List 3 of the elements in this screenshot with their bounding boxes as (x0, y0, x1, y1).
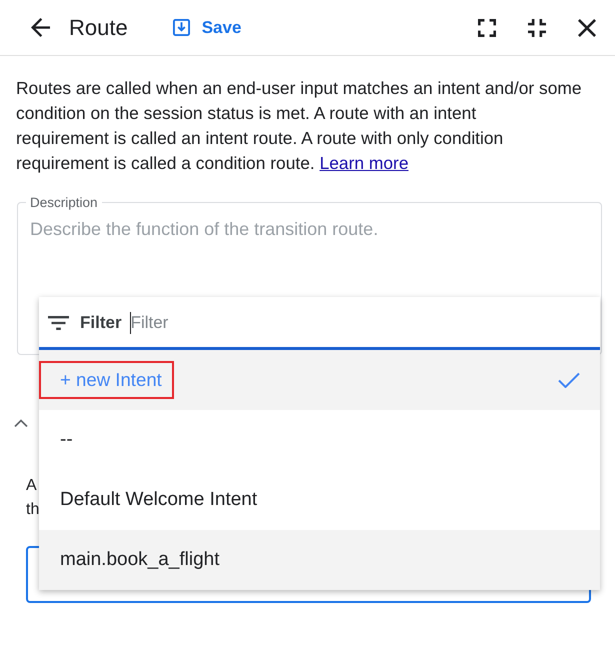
window-title: Route (69, 14, 128, 40)
intro-text: Routes are called when an end-user input matches an intent and/or some condition on the session status is met. A route with an intent requirement is called an intent route. A route with only condition requirement is called a condition route. Learn more (16, 77, 582, 175)
section-text: A th (26, 476, 40, 520)
